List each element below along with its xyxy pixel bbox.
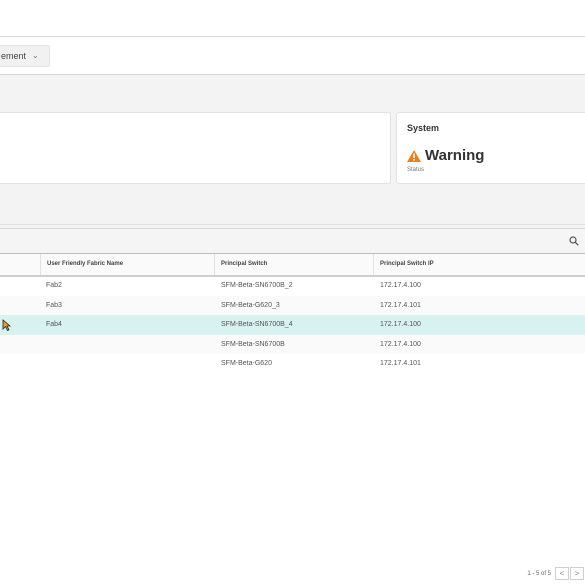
previous-page-button[interactable]: < [555,567,569,580]
warning-icon [407,149,421,162]
cell-principal-switch-ip: 172.17.4.101 [380,301,421,309]
cell-fabric-name: Fab4 [46,321,62,328]
table-row[interactable]: Fab2 SFM-Beta-SN6700B_2 172.17.4.100 [0,276,585,296]
table-toolbar [0,229,585,254]
table-row-selected[interactable]: Fab4 SFM-Beta-SN6700B_4 172.17.4.100 [0,315,585,335]
table-row[interactable]: SFM-Beta-G620 172.17.4.101 [0,354,585,374]
cell-principal-switch-ip: 172.17.4.100 [380,321,421,328]
system-status-caption: Status [407,167,425,173]
table-header: User Friendly Fabric Name Principal Swit… [0,254,585,277]
cell-principal-switch: SFM-Beta-SN6700B [221,340,285,348]
column-header-principal-switch[interactable]: Principal Switch [214,254,373,275]
fabrics-table: User Friendly Fabric Name Principal Swit… [0,228,585,586]
table-row[interactable]: SFM-Beta-SN6700B 172.17.4.100 [0,334,585,354]
table-row[interactable]: Fab3 SFM-Beta-G620_3 172.17.4.101 [0,295,585,315]
cell-principal-switch: SFM-Beta-G620_3 [221,301,280,309]
table-footer: 1 - 5 of 5 < > [0,566,585,585]
system-status-text: Warning [425,147,485,164]
section-divider [0,224,585,225]
filter-bar: ement ⌄ [0,37,585,75]
top-bar [0,0,585,37]
summary-panel [0,112,391,184]
view-dropdown-label: ement [1,51,27,61]
column-header-fabric-name[interactable]: User Friendly Fabric Name [40,254,214,275]
cell-fabric-name: Fab2 [46,282,62,289]
cell-principal-switch: SFM-Beta-G620 [221,360,272,367]
view-dropdown[interactable]: ement ⌄ [0,45,50,67]
search-icon[interactable] [569,236,579,246]
pagination-info: 1 - 5 of 5 [527,571,551,577]
table-body: Fab2 SFM-Beta-SN6700B_2 172.17.4.100 Fab… [0,276,585,374]
mouse-pointer-icon [2,319,11,331]
cell-principal-switch: SFM-Beta-SN6700B_2 [221,282,293,289]
next-page-button[interactable]: > [570,567,584,580]
cell-principal-switch-ip: 172.17.4.101 [380,360,421,367]
cell-principal-switch-ip: 172.17.4.100 [380,282,421,289]
cell-principal-switch-ip: 172.17.4.100 [380,340,421,348]
chevron-down-icon: ⌄ [32,51,39,60]
system-status-card: System Warning Status [396,112,585,184]
column-header-principal-switch-ip[interactable]: Principal Switch IP [373,254,585,275]
system-status: Warning [407,147,484,164]
cell-principal-switch: SFM-Beta-SN6700B_4 [221,321,293,328]
cell-fabric-name: Fab3 [46,301,62,309]
system-card-title: System [407,123,440,133]
